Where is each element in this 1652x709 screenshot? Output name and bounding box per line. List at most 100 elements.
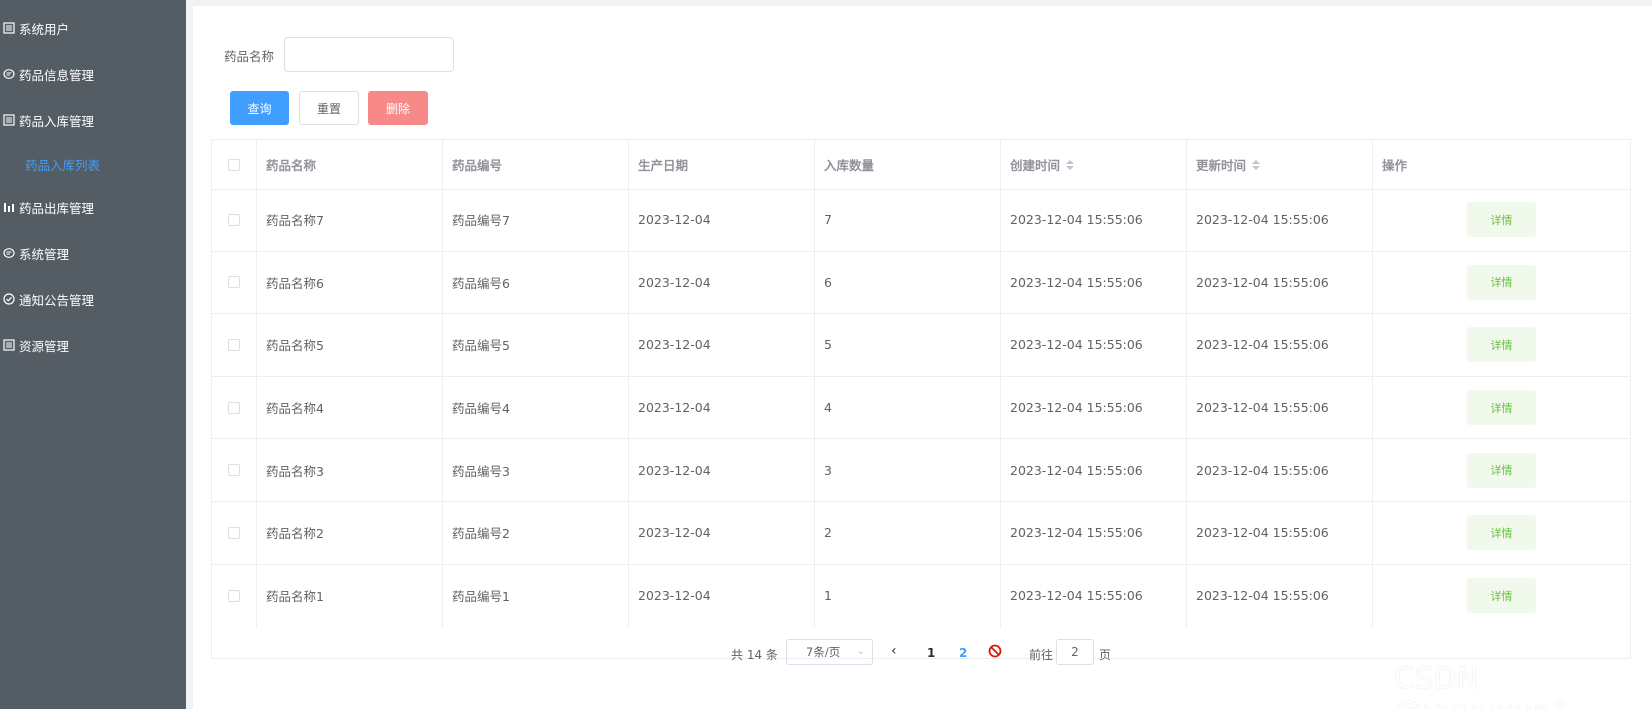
column-header-label: 入库数量: [824, 158, 875, 173]
sidebar-item-1[interactable]: 系统用户: [0, 4, 186, 52]
row-select-cell: [212, 314, 257, 376]
sort-icon[interactable]: [1252, 159, 1261, 170]
list-icon: [2, 113, 16, 127]
table-cell-created: 2023-12-04 15:55:06: [1001, 376, 1187, 439]
table-row: 药品名称7 药品编号7 2023-12-04 7 2023-12-04 15:55:06…: [212, 189, 1630, 252]
column-header-label: 创建时间: [1010, 158, 1061, 173]
row-select-cell: [212, 189, 257, 251]
page-unit-label: 页: [1099, 648, 1112, 662]
next-page-disabled-icon[interactable]: [988, 644, 1002, 658]
sidebar-item-6[interactable]: 系统管理: [0, 229, 186, 277]
row-checkbox[interactable]: [228, 338, 240, 351]
detail-button[interactable]: 详情: [1467, 264, 1536, 300]
table-cell-name: 药品名称4: [257, 376, 443, 439]
row-checkbox[interactable]: [228, 276, 240, 289]
table-cell-updated: 2023-12-04 15:55:06: [1187, 251, 1373, 314]
column-header-label: 药品名称: [266, 158, 317, 173]
detail-button[interactable]: 详情: [1467, 515, 1536, 551]
column-header: 药品编号: [443, 140, 629, 189]
table-cell-code: 药品编号4: [443, 376, 629, 439]
sidebar-item-label: 药品信息管理: [19, 67, 95, 83]
page-number-1[interactable]: 1: [927, 646, 935, 660]
detail-button[interactable]: 详情: [1467, 452, 1536, 488]
sidebar: 系统用户药品信息管理 药品入库管理药品入库列表药品出库管理 系统管理通知公告管理资源…: [0, 0, 186, 709]
row-checkbox[interactable]: [228, 464, 240, 477]
sidebar-item-8[interactable]: 资源管理: [0, 321, 186, 369]
table-cell-created: 2023-12-04 15:55:06: [1001, 251, 1187, 314]
table-cell-date: 2023-12-04: [629, 314, 815, 376]
column-header[interactable]: 更新时间: [1187, 140, 1373, 189]
table-cell-qty: 2: [815, 502, 1001, 564]
goto-page-input[interactable]: [1056, 639, 1094, 665]
detail-button[interactable]: 详情: [1467, 202, 1536, 238]
table-cell-date: 2023-12-04: [629, 189, 815, 251]
table-cell-date: 2023-12-04: [629, 251, 815, 314]
stock-in-table: 药品名称 药品编号 生产日期 入库数量 创建时间 更新时间 操作 药品名称7 药品编号7 202…: [211, 139, 1631, 659]
goto-label: 前往: [1029, 648, 1054, 662]
table-row: 药品名称4 药品编号4 2023-12-04 4 2023-12-04 15:55:06…: [212, 376, 1630, 440]
row-checkbox[interactable]: [228, 401, 240, 414]
table-cell-date: 2023-12-04: [629, 564, 815, 628]
column-header-label: 生产日期: [638, 158, 689, 173]
table-cell-date: 2023-12-04: [629, 376, 815, 439]
select-all-checkbox[interactable]: [228, 158, 240, 171]
reset-button[interactable]: 重置: [299, 91, 359, 125]
list-icon: [2, 338, 16, 352]
sidebar-item-label: 通知公告管理: [19, 292, 95, 308]
sidebar-item-4[interactable]: 药品入库列表: [0, 140, 186, 188]
sidebar-item-2[interactable]: 药品信息管理: [0, 50, 186, 98]
column-header: 生产日期: [629, 140, 815, 189]
table-cell-actions: 详情: [1373, 252, 1630, 314]
query-button[interactable]: 查询: [230, 91, 289, 125]
sort-icon[interactable]: [1066, 159, 1075, 170]
table-row: 药品名称3 药品编号3 2023-12-04 3 2023-12-04 15:55:06…: [212, 439, 1630, 502]
table-cell-actions: 详情: [1373, 189, 1630, 251]
row-select-cell: [212, 564, 257, 628]
chat-icon: [2, 67, 16, 81]
table-cell-name: 药品名称3: [257, 439, 443, 501]
detail-button[interactable]: 详情: [1467, 327, 1536, 363]
sidebar-item-label: 药品入库管理: [19, 113, 95, 129]
sidebar-item-label: 系统用户: [19, 21, 70, 37]
table-cell-updated: 2023-12-04 15:55:06: [1187, 376, 1373, 439]
table-cell-created: 2023-12-04 15:55:06: [1001, 502, 1187, 564]
column-header: 操作: [1373, 140, 1630, 189]
row-checkbox[interactable]: [228, 526, 240, 539]
list-icon: [2, 21, 16, 35]
table-cell-actions: 详情: [1373, 439, 1630, 501]
pagination-total: 共 14 条: [731, 648, 778, 662]
row-select-cell: [212, 439, 257, 501]
drug-name-input[interactable]: [284, 37, 454, 72]
prev-page-icon[interactable]: ‹: [891, 643, 897, 659]
sidebar-item-label: 药品出库管理: [19, 200, 95, 216]
row-select-cell: [212, 251, 257, 314]
table-cell-updated: 2023-12-04 15:55:06: [1187, 189, 1373, 251]
row-select-cell: [212, 502, 257, 564]
table-cell-actions: 详情: [1373, 377, 1630, 439]
table-cell-code: 药品编号2: [443, 502, 629, 564]
page-number-2[interactable]: 2: [959, 646, 967, 660]
table-cell-updated: 2023-12-04 15:55:06: [1187, 502, 1373, 564]
table-cell-updated: 2023-12-04 15:55:06: [1187, 564, 1373, 628]
row-checkbox[interactable]: [228, 213, 240, 226]
page-size-select[interactable]: 7条/页 ⌄: [786, 639, 873, 665]
table-row: 药品名称2 药品编号2 2023-12-04 2 2023-12-04 15:55:06…: [212, 502, 1630, 565]
table-cell-qty: 1: [815, 564, 1001, 628]
delete-button[interactable]: 删除: [368, 91, 428, 125]
row-checkbox[interactable]: [228, 589, 240, 602]
bar-chart-icon: [2, 200, 16, 214]
sidebar-item-7[interactable]: 通知公告管理: [0, 275, 186, 323]
main-panel: 药品名称 查询 重置 删除 药品名称 药品编号 生产日期 入库数量 创建时间 更新时间 操作…: [193, 6, 1652, 709]
sidebar-item-label: 系统管理: [19, 246, 70, 262]
table-cell-name: 药品名称6: [257, 251, 443, 314]
table-cell-name: 药品名称5: [257, 314, 443, 376]
chevron-down-icon: ⌄: [856, 646, 865, 657]
table-cell-code: 药品编号6: [443, 251, 629, 314]
sidebar-item-5[interactable]: 药品出库管理: [0, 183, 186, 231]
detail-button[interactable]: 详情: [1467, 390, 1536, 426]
column-header: 入库数量: [815, 140, 1001, 189]
column-header[interactable]: 创建时间: [1001, 140, 1187, 189]
sidebar-item-3[interactable]: 药品入库管理: [0, 96, 186, 144]
row-select-cell: [212, 376, 257, 439]
detail-button[interactable]: 详情: [1467, 578, 1536, 614]
